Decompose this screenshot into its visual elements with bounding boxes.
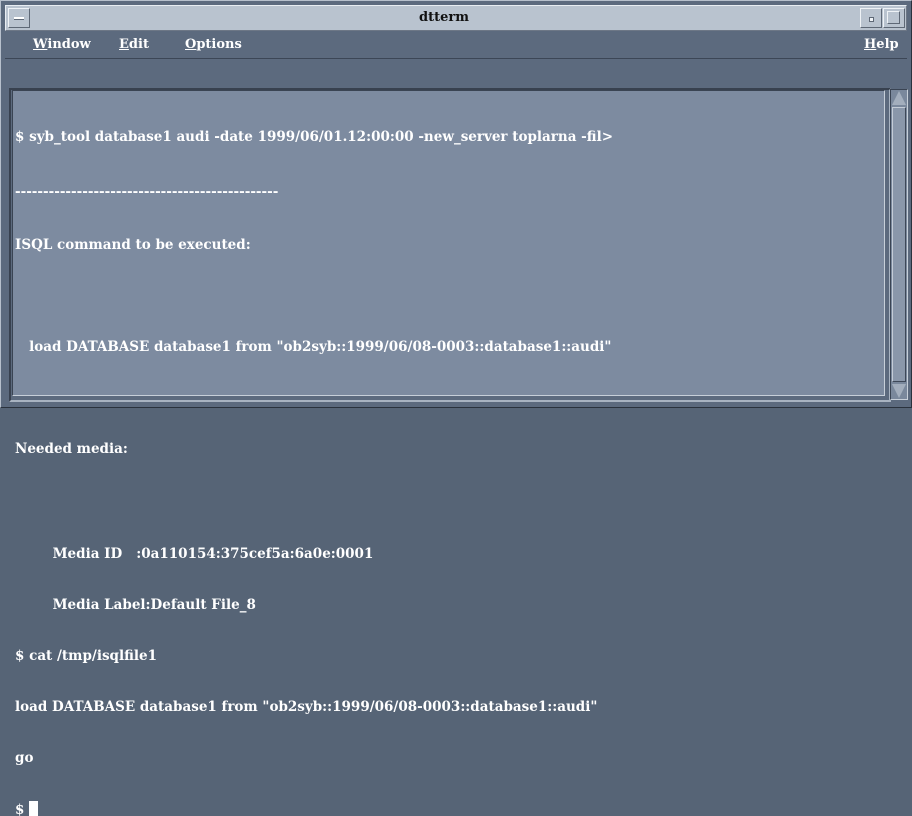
terminal-prompt-line: $ bbox=[15, 801, 875, 816]
menu-window-rest: indow bbox=[47, 37, 91, 52]
terminal-output[interactable]: $ syb_tool database1 audi -date 1999/06/… bbox=[15, 95, 875, 816]
terminal-line: $ cat /tmp/isqlfile1 bbox=[15, 648, 158, 664]
terminal-line: load DATABASE database1 from "ob2syb::19… bbox=[15, 339, 612, 355]
menu-help-mnemonic: H bbox=[864, 37, 877, 52]
minimize-button[interactable] bbox=[860, 8, 882, 28]
minimize-icon bbox=[869, 17, 874, 22]
menu-edit-rest: dit bbox=[128, 37, 149, 52]
terminal-line: Needed media: bbox=[15, 441, 128, 457]
menu-window[interactable]: Window bbox=[33, 32, 91, 58]
terminal-line: load DATABASE database1 from "ob2syb::19… bbox=[15, 699, 598, 715]
menu-options-mnemonic: O bbox=[185, 37, 197, 52]
window-title: dtterm bbox=[419, 10, 469, 25]
menu-options-rest: ptions bbox=[196, 37, 242, 52]
menu-edit[interactable]: Edit bbox=[119, 32, 149, 58]
terminal-line: Media Label:Default File_8 bbox=[15, 597, 256, 613]
terminal-prompt: $ bbox=[15, 802, 30, 816]
menu-bar: Window Edit Options Help bbox=[5, 32, 907, 59]
dtterm-window: dtterm Window Edit Options Help $ syb_to… bbox=[0, 0, 912, 816]
terminal-line: $ syb_tool database1 audi -date 1999/06/… bbox=[15, 129, 614, 145]
terminal-line: ----------------------------------------… bbox=[15, 184, 279, 200]
menu-options[interactable]: Options bbox=[185, 32, 242, 58]
scroll-down-arrow-icon[interactable] bbox=[892, 384, 906, 398]
title-bar[interactable]: dtterm bbox=[5, 5, 907, 31]
menu-help[interactable]: Help bbox=[864, 32, 899, 58]
window-menu-button[interactable] bbox=[8, 8, 30, 28]
maximize-button[interactable] bbox=[883, 8, 905, 28]
menu-window-mnemonic: W bbox=[33, 37, 48, 52]
menu-edit-mnemonic: E bbox=[119, 37, 129, 52]
terminal-line: ISQL command to be executed: bbox=[15, 237, 251, 253]
vertical-scrollbar[interactable] bbox=[890, 89, 908, 400]
scroll-up-arrow-icon[interactable] bbox=[892, 91, 906, 105]
scroll-thumb[interactable] bbox=[892, 107, 906, 382]
text-cursor bbox=[29, 801, 39, 816]
maximize-icon bbox=[887, 11, 900, 24]
window-menu-icon bbox=[14, 17, 24, 20]
menu-help-rest: elp bbox=[876, 37, 899, 52]
terminal-line: Media ID :0a110154:375cef5a:6a0e:0001 bbox=[15, 546, 374, 562]
terminal-line: go bbox=[15, 750, 34, 766]
